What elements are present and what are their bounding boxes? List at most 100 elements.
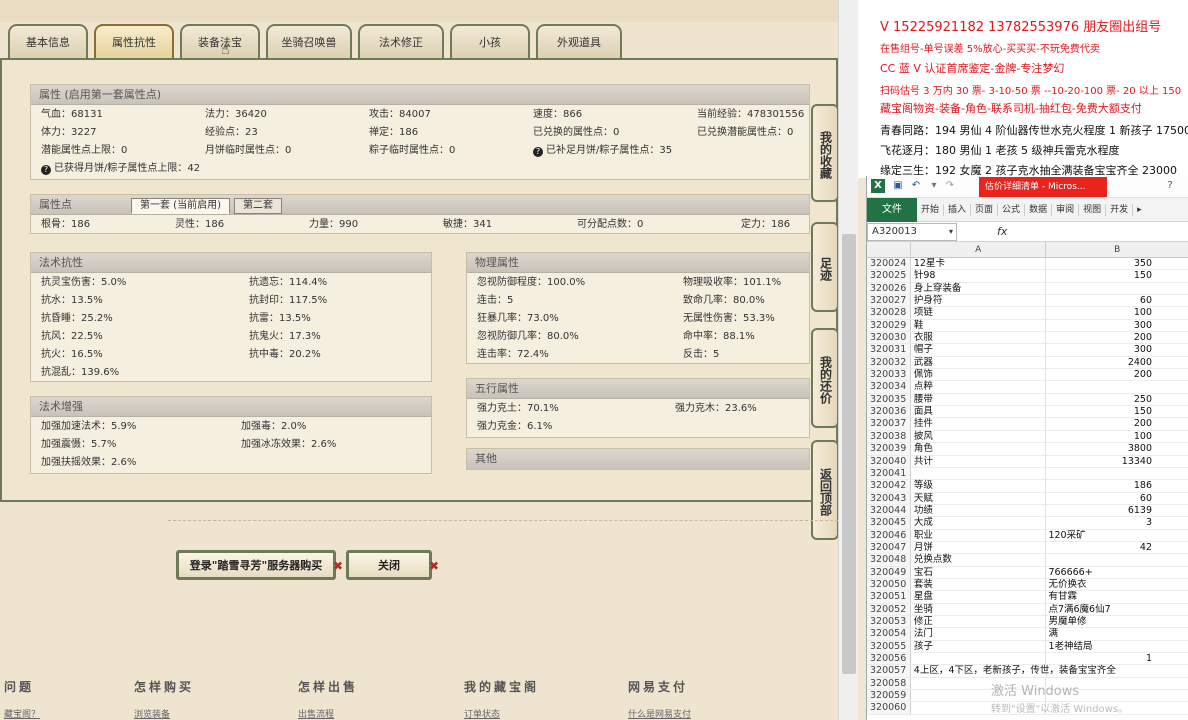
row-number[interactable]: 320040 bbox=[867, 455, 911, 467]
row-number[interactable]: 320060 bbox=[867, 702, 911, 714]
cell-a[interactable]: 佩饰 bbox=[911, 369, 1047, 381]
cell-b[interactable] bbox=[1046, 468, 1188, 479]
footer-link[interactable]: 什么是网易支付 bbox=[628, 707, 691, 720]
cell-a[interactable]: 面具 bbox=[911, 406, 1047, 418]
row-number[interactable]: 320036 bbox=[867, 406, 911, 418]
cell-a[interactable]: 4上区，4下区，老新孩子，传世，装备宝宝齐全 bbox=[911, 665, 1116, 677]
row-number[interactable]: 320028 bbox=[867, 307, 911, 319]
row-number[interactable]: 320034 bbox=[867, 381, 911, 393]
row-number[interactable]: 320045 bbox=[867, 517, 911, 529]
row-number[interactable]: 320026 bbox=[867, 282, 911, 295]
cell-a[interactable] bbox=[911, 467, 1047, 480]
row-number[interactable]: 320039 bbox=[867, 443, 911, 455]
cell-a[interactable]: 12星卡 bbox=[911, 258, 1047, 270]
cell-b[interactable]: 满 bbox=[1046, 628, 1188, 639]
cell-a[interactable]: 修正 bbox=[911, 615, 1047, 628]
ribbon-tab[interactable]: 视图 bbox=[1079, 203, 1107, 216]
row-number[interactable]: 320041 bbox=[867, 467, 911, 480]
cell-a[interactable]: 兑换点数 bbox=[911, 554, 1047, 566]
row-number[interactable]: 320051 bbox=[867, 591, 911, 603]
cell-a[interactable]: 大成 bbox=[911, 517, 1047, 529]
cell-b[interactable]: 3 bbox=[1046, 517, 1188, 528]
ribbon-tab[interactable]: 数据 bbox=[1025, 203, 1053, 216]
cell-b[interactable]: 200 bbox=[1046, 332, 1188, 343]
row-number[interactable]: 320043 bbox=[867, 492, 911, 504]
cell-a[interactable]: 角色 bbox=[911, 443, 1047, 455]
login-buy-button[interactable]: 登录"踏雪寻芳"服务器购买 ✖ bbox=[176, 550, 343, 580]
cell-b[interactable]: 13340 bbox=[1046, 456, 1188, 467]
cell-b[interactable]: 42 bbox=[1046, 542, 1188, 553]
cell-a[interactable]: 职业 bbox=[911, 529, 1047, 541]
ribbon-tab[interactable]: 开发 bbox=[1106, 203, 1134, 216]
cell-a[interactable] bbox=[911, 653, 1047, 665]
cell-b[interactable]: 766666+ bbox=[1046, 567, 1188, 578]
cell-b[interactable]: 60 bbox=[1046, 295, 1188, 306]
cell-a[interactable]: 功绩 bbox=[911, 504, 1047, 517]
my-favorites-button[interactable]: 我的收藏 bbox=[811, 104, 839, 202]
cell-b[interactable] bbox=[1046, 283, 1188, 294]
cell-b[interactable] bbox=[1046, 381, 1188, 392]
cell-a[interactable]: 衣服 bbox=[911, 332, 1047, 344]
cell-a[interactable]: 鞋 bbox=[911, 319, 1047, 332]
question-icon[interactable]: ? bbox=[41, 165, 51, 175]
subtab-set-two[interactable]: 第二套 bbox=[233, 198, 282, 214]
cell-b[interactable]: 100 bbox=[1046, 307, 1188, 318]
cell-a[interactable]: 武器 bbox=[911, 356, 1047, 369]
cell-a[interactable]: 点粹 bbox=[911, 381, 1047, 393]
cell-a[interactable]: 护身符 bbox=[911, 295, 1047, 307]
save-icon[interactable]: ▣ bbox=[891, 179, 905, 193]
row-number[interactable]: 320031 bbox=[867, 344, 911, 356]
cell-a[interactable] bbox=[911, 690, 1047, 702]
tab-child[interactable]: 小孩 bbox=[450, 24, 530, 58]
cell-b[interactable] bbox=[1046, 702, 1188, 713]
ribbon-tab[interactable]: 公式 bbox=[998, 203, 1026, 216]
cell-a[interactable]: 天赋 bbox=[911, 492, 1047, 504]
row-number[interactable]: 320055 bbox=[867, 640, 911, 652]
row-number[interactable]: 320042 bbox=[867, 480, 911, 492]
cell-b[interactable]: 200 bbox=[1046, 369, 1188, 380]
ribbon-tab[interactable]: 插入 bbox=[944, 203, 972, 216]
tab-spell-correction[interactable]: 法术修正 bbox=[358, 24, 444, 58]
row-number[interactable]: 320050 bbox=[867, 578, 911, 591]
row-number[interactable]: 320049 bbox=[867, 566, 911, 578]
cell-a[interactable] bbox=[911, 677, 1047, 690]
cell-b[interactable]: 6139 bbox=[1046, 505, 1188, 516]
cell-b[interactable] bbox=[1046, 554, 1188, 565]
row-number[interactable]: 320025 bbox=[867, 270, 911, 282]
cell-b[interactable]: 150 bbox=[1046, 270, 1188, 281]
row-number[interactable]: 320024 bbox=[867, 258, 911, 270]
cell-a[interactable]: 身上穿装备 bbox=[911, 282, 1047, 295]
row-number[interactable]: 320044 bbox=[867, 504, 911, 517]
tab-equipment[interactable]: 装备法宝 bbox=[180, 24, 260, 58]
redo-icon[interactable]: ↷ bbox=[943, 179, 957, 193]
cell-b[interactable]: 男魔单修 bbox=[1046, 616, 1188, 627]
footer-link[interactable]: 藏宝阁？ bbox=[4, 707, 40, 720]
undo-icon[interactable]: ↶ bbox=[909, 179, 923, 193]
footprint-button[interactable]: 足迹 bbox=[811, 222, 839, 312]
footer-link[interactable]: 浏览装备 bbox=[134, 707, 194, 720]
cell-b[interactable]: 200 bbox=[1046, 418, 1188, 429]
cell-b[interactable]: 点7满6魔6仙7 bbox=[1046, 604, 1188, 615]
cell-b[interactable]: 有甘霖 bbox=[1046, 591, 1188, 602]
cell-a[interactable]: 腰带 bbox=[911, 393, 1047, 406]
cell-a[interactable] bbox=[911, 702, 1047, 714]
column-header-a[interactable]: A bbox=[911, 242, 1047, 257]
cell-b[interactable]: 1 bbox=[1046, 653, 1188, 664]
cell-a[interactable]: 项链 bbox=[911, 307, 1047, 319]
tab-appearance[interactable]: 外观道具 bbox=[536, 24, 622, 58]
tab-basic-info[interactable]: 基本信息 bbox=[8, 24, 88, 58]
row-number[interactable]: 320052 bbox=[867, 603, 911, 615]
footer-link[interactable]: 出售流程 bbox=[298, 707, 358, 720]
row-number[interactable]: 320035 bbox=[867, 393, 911, 406]
corner-cell[interactable] bbox=[867, 242, 911, 257]
row-number[interactable]: 320032 bbox=[867, 356, 911, 369]
tab-mount-summon[interactable]: 坐骑召唤兽 bbox=[266, 24, 352, 58]
cell-a[interactable]: 等级 bbox=[911, 480, 1047, 492]
footer-link[interactable]: 订单状态 bbox=[464, 707, 539, 720]
row-number[interactable]: 320046 bbox=[867, 529, 911, 541]
row-number[interactable]: 320030 bbox=[867, 332, 911, 344]
cell-b[interactable]: 2400 bbox=[1046, 357, 1188, 368]
ribbon-more-icon[interactable]: ▸ bbox=[1133, 204, 1146, 216]
file-tab[interactable]: 文件 bbox=[867, 197, 917, 222]
cell-b[interactable]: 120采矿 bbox=[1046, 530, 1188, 541]
